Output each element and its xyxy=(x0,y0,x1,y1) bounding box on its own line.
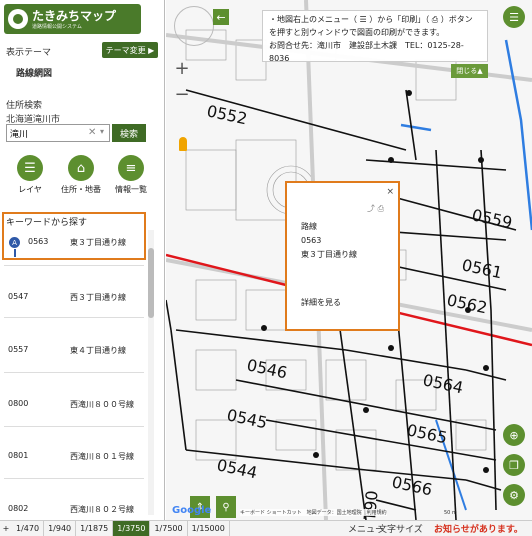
print-info-balloon: ・地図右上のメニュー（ ☰ ）から「印刷」（ ⎙ ）ボタン を押すと別ウィンドウ… xyxy=(262,10,488,63)
divider xyxy=(4,265,144,266)
result-item[interactable]: 0801 西滝川８０１号線 xyxy=(0,451,146,461)
theme-change-button[interactable]: テーマ変更 ▶ xyxy=(102,42,158,58)
street-view-pegman-icon[interactable] xyxy=(179,137,187,151)
scale-option[interactable]: 1/940 xyxy=(44,521,77,536)
popup-name: 東３丁目通り線 xyxy=(301,250,357,259)
menu-icon[interactable]: ☰ xyxy=(503,6,525,28)
road-label-0544: 0544 xyxy=(215,455,259,482)
road-label-0546: 0546 xyxy=(245,355,289,382)
scale-option[interactable]: 1/15000 xyxy=(188,521,230,536)
result-code: 0801 xyxy=(8,451,29,460)
address-lot-button[interactable]: ⌂ 住所・地番 xyxy=(57,155,105,195)
theme-label: 表示テーマ xyxy=(6,48,52,58)
result-item[interactable]: 0557 東４丁目通り線 xyxy=(0,345,146,355)
list-icon: ≡ xyxy=(118,155,144,181)
scale-option-active[interactable]: 1/3750 xyxy=(113,521,151,536)
result-name: 東４丁目通り線 xyxy=(70,346,126,355)
divider xyxy=(4,317,144,318)
zoom-in-button[interactable]: + xyxy=(172,60,192,80)
result-name: 西滝川８０２号線 xyxy=(70,505,134,514)
result-name: 東３丁目通り線 xyxy=(70,238,126,247)
notice-link[interactable]: お知らせがあります。 xyxy=(434,522,523,535)
result-item[interactable]: 0563 東３丁目通り線 xyxy=(0,237,146,247)
info-text-1: ・地図右上のメニュー（ ☰ ）から「印刷」（ ⎙ ）ボタン xyxy=(269,15,473,24)
sidebar: たきみちマップ 道路情報公開システム 表示テーマ テーマ変更 ▶ 路線網図 住所… xyxy=(0,0,165,520)
divider xyxy=(4,372,144,373)
search-button[interactable]: 検索 xyxy=(112,124,146,142)
app-subtitle: 道路情報公開システム xyxy=(32,23,82,30)
logo-emblem-icon xyxy=(8,9,28,29)
road-label-0561: 0561 xyxy=(460,255,504,282)
popup-tools-icon[interactable]: ⤴ ⎙ xyxy=(367,203,384,214)
result-item[interactable]: 0547 西３丁目通り線 xyxy=(0,292,146,302)
layer-button[interactable]: ☰ レイヤ xyxy=(6,155,54,195)
map-scale-bar: 50 m xyxy=(444,510,457,516)
back-arrow-icon[interactable]: ← xyxy=(213,9,229,25)
result-item[interactable]: 0802 西滝川８０２号線 xyxy=(0,504,146,514)
divider xyxy=(4,426,144,427)
result-name: 西３丁目通り線 xyxy=(70,293,126,302)
road-label-0564: 0564 xyxy=(421,370,465,397)
result-code: 0557 xyxy=(8,345,29,354)
address-label: 住所検索 xyxy=(6,101,43,111)
layers-switch-icon[interactable]: ❐ xyxy=(503,454,525,476)
map-pan-control[interactable] xyxy=(174,6,214,46)
font-size-link[interactable]: 文字サイズ xyxy=(378,522,423,535)
feature-popup: × ⤴ ⎙ 路線 0563 東３丁目通り線 詳細を見る xyxy=(285,181,400,331)
popup-category: 路線 xyxy=(301,222,317,231)
expand-scale-button[interactable]: + xyxy=(0,524,12,533)
result-code: 0547 xyxy=(8,292,29,301)
home-icon: ⌂ xyxy=(68,155,94,181)
marker-pin xyxy=(14,249,16,257)
dropdown-arrow-icon[interactable]: ▾ xyxy=(100,127,104,136)
clear-icon[interactable]: ✕ xyxy=(88,127,96,138)
scale-option[interactable]: 1/7500 xyxy=(150,521,188,536)
layers-icon: ☰ xyxy=(17,155,43,181)
scrollbar-thumb[interactable] xyxy=(148,248,154,318)
app-logo[interactable]: たきみちマップ 道路情報公開システム xyxy=(4,4,141,34)
layer-label: レイヤ xyxy=(18,185,42,194)
scale-bar: + 1/470 1/940 1/1875 1/3750 1/7500 1/150… xyxy=(0,520,532,536)
result-item[interactable]: 0800 西滝川８００号線 xyxy=(0,399,146,409)
scale-option[interactable]: 1/1875 xyxy=(76,521,114,536)
keyword-label: キーワードから探す xyxy=(6,218,88,228)
theme-value: 路線網図 xyxy=(16,69,53,79)
result-code: 0563 xyxy=(28,237,49,246)
result-name: 西滝川８００号線 xyxy=(70,400,134,409)
road-label-0559: 0559 xyxy=(470,205,514,232)
popup-code: 0563 xyxy=(301,236,322,245)
popup-details-link[interactable]: 詳細を見る xyxy=(301,297,341,308)
road-label-0565: 0565 xyxy=(405,420,449,447)
road-label-0545: 0545 xyxy=(225,405,269,432)
address-lot-label: 住所・地番 xyxy=(61,185,101,194)
close-info-button[interactable]: 閉じる▲ xyxy=(451,64,488,78)
pin-icon[interactable]: ⚲ xyxy=(216,496,236,518)
scale-option[interactable]: 1/470 xyxy=(12,521,45,536)
info-list-label: 情報一覧 xyxy=(115,185,147,194)
result-code: 0802 xyxy=(8,504,29,513)
info-text-3: お問合せ先：滝川市 建設部土木課 TEL：0125-28-8036 xyxy=(269,41,464,63)
zoom-out-button[interactable]: − xyxy=(172,86,192,106)
locate-icon[interactable]: ⊕ xyxy=(503,424,525,446)
info-list-button[interactable]: ≡ 情報一覧 xyxy=(107,155,155,195)
popup-close-icon[interactable]: × xyxy=(386,187,394,197)
map-attribution[interactable]: キーボード ショートカット 地図データ：国土地理院 利用規約 xyxy=(240,509,387,516)
result-name: 西滝川８０１号線 xyxy=(70,452,134,461)
settings-gear-icon[interactable]: ⚙ xyxy=(503,484,525,506)
info-text-2: を押すと別ウィンドウで図面の印刷ができます。 xyxy=(269,28,445,37)
divider xyxy=(4,478,144,479)
google-logo: Google xyxy=(172,505,212,516)
result-code: 0800 xyxy=(8,399,29,408)
app-title: たきみちマップ xyxy=(32,8,117,23)
